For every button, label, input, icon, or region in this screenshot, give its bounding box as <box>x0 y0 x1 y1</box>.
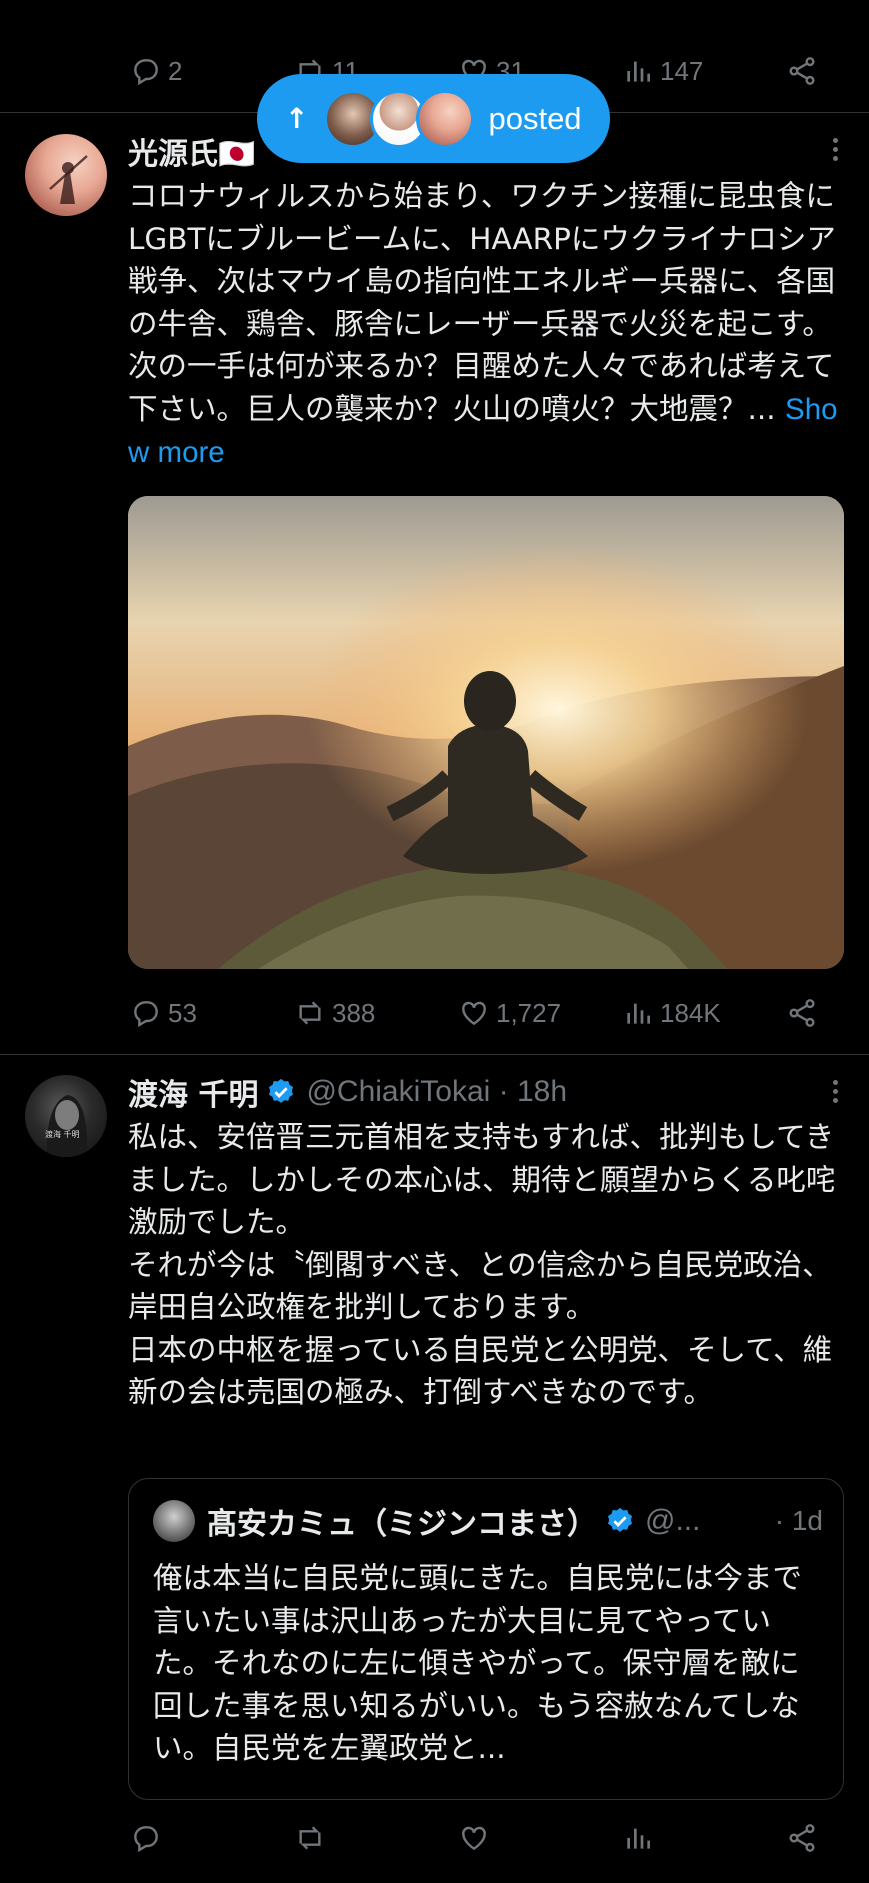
post-actions: 53 388 1,727 184K <box>130 991 830 1035</box>
post-text: 私は、安倍晋三元首相を支持もすれば、批判もしてきました。しかしその本心は、期待と… <box>128 1120 836 1409</box>
views-button[interactable]: 184K <box>622 997 721 1029</box>
heart-icon <box>462 1826 486 1851</box>
like-button[interactable] <box>458 1822 496 1852</box>
posted-label: posted <box>488 100 582 136</box>
repost-button[interactable] <box>294 1822 332 1852</box>
author-name[interactable]: 渡海 千明 <box>128 1070 258 1114</box>
like-count: 1,727 <box>496 997 562 1028</box>
reply-count: 53 <box>168 997 197 1028</box>
author-handle[interactable]: @ChiakiTokai · 18h <box>306 1075 567 1109</box>
repost-icon <box>299 1001 321 1025</box>
quote-author-handle: @... <box>645 1504 701 1537</box>
post-header: 渡海 千明 @ChiakiTokai · 18h <box>128 1070 848 1114</box>
reply-count: 2 <box>168 55 183 86</box>
avatar-portrait-icon: 渡海 千明 <box>45 1095 88 1157</box>
quote-avatar <box>153 1500 195 1542</box>
views-icon <box>627 1828 650 1849</box>
repost-icon <box>299 1826 321 1850</box>
reply-button[interactable] <box>130 1822 168 1852</box>
reply-icon <box>134 1826 158 1852</box>
share-icon <box>789 1824 815 1852</box>
share-button[interactable] <box>786 997 824 1029</box>
quote-text: 俺は本当に自民党に頭にきた。自民党には今まで言いたい事は沢山あったが大目に見てや… <box>153 1561 803 1765</box>
quote-author-name: 髙安カミュ（ミジンコまさ） <box>207 1507 597 1542</box>
share-icon <box>789 999 815 1027</box>
more-options-icon[interactable] <box>833 138 839 161</box>
avatar-figure-icon <box>49 155 88 204</box>
quote-header: 髙安カミュ（ミジンコまさ） @... <box>153 1499 700 1543</box>
mini-avatar <box>416 89 475 148</box>
author-name[interactable]: 光源氏🇯🇵 <box>128 129 255 173</box>
repost-count: 388 <box>332 997 376 1028</box>
reply-button[interactable]: 53 <box>130 997 197 1029</box>
post-content[interactable]: 光源氏🇯🇵 コロナウィルスから始まり、ワクチン接種に昆虫食にLGBTにブルービー… <box>128 131 848 475</box>
post-body-text: コロナウィルスから始まり、ワクチン接種に昆虫食にLGBTにブルービームに、HAA… <box>128 179 836 426</box>
views-icon <box>627 1003 650 1024</box>
arrow-up-icon: ↑ <box>285 102 309 135</box>
repost-button[interactable]: 388 <box>294 997 375 1029</box>
post-text: コロナウィルスから始まり、ワクチン接種に昆虫食にLGBTにブルービームに、HAA… <box>128 175 848 475</box>
verified-badge-icon <box>269 1078 294 1103</box>
reply-icon <box>134 1001 158 1028</box>
quoted-post[interactable]: 髙安カミュ（ミジンコまさ） @... · 1d 俺は本当に自民党に頭にきた。自民… <box>128 1478 844 1800</box>
reply-button[interactable]: 2 <box>130 55 182 87</box>
avatar-caption: 渡海 千明 <box>45 1129 80 1139</box>
reply-icon <box>134 59 158 86</box>
views-button[interactable] <box>622 1822 660 1852</box>
views-button[interactable]: 147 <box>622 55 703 87</box>
avatar[interactable]: 渡海 千明 <box>25 1075 107 1157</box>
more-options-icon[interactable] <box>833 1080 839 1103</box>
share-button[interactable] <box>786 1822 824 1852</box>
views-icon <box>627 61 650 82</box>
share-icon <box>789 57 815 85</box>
quote-timestamp: · 1d <box>774 1505 823 1536</box>
like-button[interactable]: 1,727 <box>458 997 561 1029</box>
post-image[interactable] <box>128 496 844 969</box>
verified-badge-icon <box>608 1507 632 1532</box>
views-count: 184K <box>660 997 721 1028</box>
new-posts-pill[interactable]: ↑ posted <box>257 74 610 163</box>
divider <box>0 1054 869 1055</box>
views-count: 147 <box>660 55 704 86</box>
meditation-photo <box>128 496 844 969</box>
avatar[interactable] <box>25 134 107 216</box>
post-actions <box>130 1822 830 1852</box>
heart-icon <box>462 1001 486 1026</box>
post-content[interactable]: 渡海 千明 @ChiakiTokai · 18h 私は、安倍晋三元首相を支持もす… <box>128 1072 848 1414</box>
share-button[interactable] <box>786 55 824 87</box>
